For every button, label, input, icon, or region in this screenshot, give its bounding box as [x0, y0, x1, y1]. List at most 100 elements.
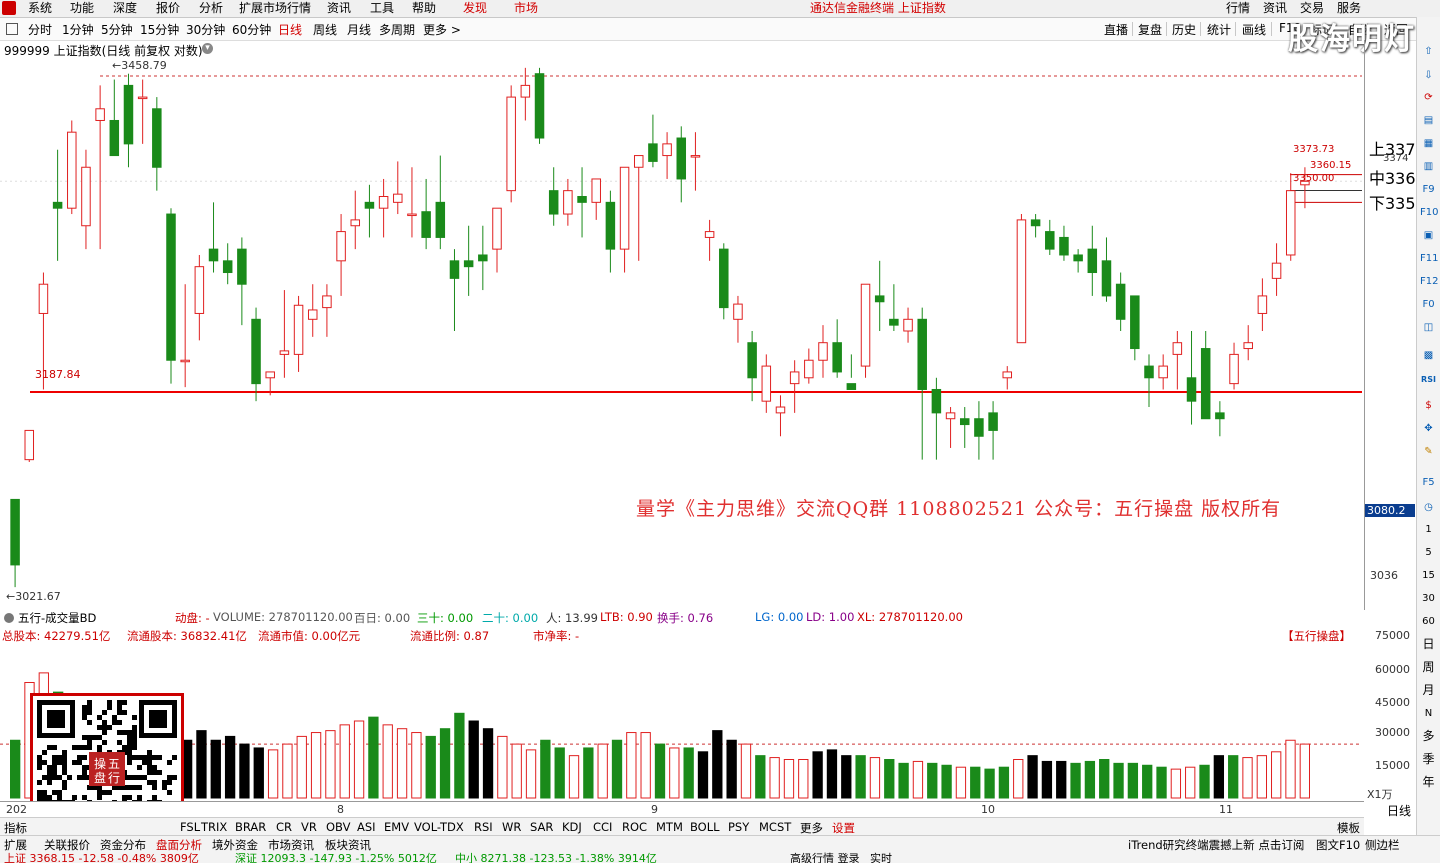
sidebar-f12-icon[interactable]: F12	[1420, 273, 1438, 290]
indicator-tab-asi[interactable]: ASI	[357, 820, 376, 834]
sidebar-f11-icon[interactable]: F11	[1420, 250, 1438, 267]
kline-chart[interactable]	[0, 40, 1364, 610]
menu-item-news[interactable]: 资讯	[327, 0, 351, 17]
sidebar-period-30[interactable]: 30	[1420, 590, 1437, 607]
itrend-promo-link[interactable]: iTrend研究终端震撼上新 点击订阅	[1128, 837, 1304, 853]
sidebar-move-icon[interactable]: ✥	[1420, 420, 1437, 437]
indicator-tab-more[interactable]: 更多	[800, 820, 823, 836]
sidebar-period-5[interactable]: 5	[1420, 544, 1437, 561]
bottom-tab-funds[interactable]: 资金分布	[100, 837, 146, 853]
period-timeshare[interactable]: 分时	[28, 21, 52, 38]
sidebar-window-icon[interactable]: ◫	[1420, 319, 1437, 336]
sidebar-chart-icon[interactable]: ▩	[1420, 347, 1437, 364]
collapse-icon[interactable]	[4, 613, 14, 623]
indicator-tab-0[interactable]: 指标	[4, 820, 27, 836]
sidebar-dollar-icon[interactable]: $	[1420, 397, 1437, 414]
indicator-tab-vr[interactable]: VR	[301, 820, 317, 834]
menu-item-ext-market[interactable]: 扩展市场行情	[239, 0, 311, 17]
sidebar-refresh-icon[interactable]: ⟳	[1420, 89, 1437, 106]
indicator-tab-cr[interactable]: CR	[276, 820, 292, 834]
period-60min[interactable]: 60分钟	[232, 21, 271, 38]
template-button[interactable]: 模板	[1337, 820, 1360, 836]
chevron-down-icon[interactable]: ▾	[202, 43, 213, 54]
menu-item-help[interactable]: 帮助	[412, 0, 436, 17]
sidebar-period-15[interactable]: 15	[1420, 567, 1437, 584]
sidebar-toggle[interactable]: 侧边栏	[1365, 837, 1400, 853]
layout-icon[interactable]	[6, 23, 18, 35]
indicator-tab-brar[interactable]: BRAR	[235, 820, 266, 834]
kline-chart-area[interactable]: 999999 上证指数(日线 前复权 对数) ▾ ←3458.79 3187.8…	[0, 40, 1364, 610]
sidebar-f9-icon[interactable]: F9	[1420, 181, 1437, 198]
indicator-tab-roc[interactable]: ROC	[622, 820, 647, 834]
menu-item-quote[interactable]: 报价	[156, 0, 180, 17]
sidebar-arrow-down-icon[interactable]: ⇩	[1420, 67, 1437, 84]
indicator-tab-mcst[interactable]: MCST	[759, 820, 791, 834]
sidebar-f5-icon[interactable]: F5	[1420, 474, 1437, 491]
indicator-tab-fsl[interactable]: FSL	[180, 820, 200, 834]
period-30min[interactable]: 30分钟	[186, 21, 225, 38]
sidebar-period-year[interactable]: 年	[1420, 774, 1437, 791]
bottom-tab-market-news[interactable]: 市场资讯	[268, 837, 314, 853]
sidebar-period-day[interactable]: 日	[1420, 636, 1437, 653]
indicator-tab-trix[interactable]: TRIX	[201, 820, 227, 834]
sidebar-table-icon[interactable]: ▥	[1420, 158, 1437, 175]
menu-item-analysis[interactable]: 分析	[199, 0, 223, 17]
period-more[interactable]: 更多 >	[423, 21, 461, 38]
tool-history[interactable]: 历史	[1172, 21, 1196, 38]
indicator-tab-emv[interactable]: EMV	[384, 820, 409, 834]
period-multi[interactable]: 多周期	[379, 21, 415, 38]
sidebar-period-multi[interactable]: 多	[1420, 728, 1437, 745]
indicator-tab-wr[interactable]: WR	[502, 820, 521, 834]
day-line-label[interactable]: 日线	[1387, 802, 1411, 819]
period-month[interactable]: 月线	[347, 21, 371, 38]
indicator-tab-boll[interactable]: BOLL	[690, 820, 720, 834]
sidebar-period-60[interactable]: 60	[1420, 613, 1437, 630]
menu-item-system[interactable]: 系统	[28, 0, 52, 17]
tool-stats[interactable]: 统计	[1207, 21, 1231, 38]
period-15min[interactable]: 15分钟	[140, 21, 179, 38]
indicator-tab-settings[interactable]: 设置	[832, 820, 855, 836]
menu-item-market[interactable]: 市场	[514, 0, 538, 17]
sidebar-pencil-icon[interactable]: ✎	[1420, 443, 1437, 460]
indicator-tab-cci[interactable]: CCI	[593, 820, 612, 834]
indicator-tab-voltdx[interactable]: VOL-TDX	[414, 820, 464, 834]
indicator-tab-rsi[interactable]: RSI	[474, 820, 493, 834]
sidebar-rsi-icon[interactable]: RSI	[1420, 371, 1437, 388]
bottom-tab-sector-news[interactable]: 板块资讯	[325, 837, 371, 853]
sidebar-period-1[interactable]: 1	[1420, 521, 1437, 538]
tool-draw[interactable]: 画线	[1242, 21, 1266, 38]
bottom-tab-ext[interactable]: 扩展	[4, 837, 27, 853]
sidebar-arrow-up-icon[interactable]: ⇧	[1420, 43, 1437, 60]
period-5min[interactable]: 5分钟	[101, 21, 133, 38]
bottom-tab-related[interactable]: 关联报价	[44, 837, 90, 853]
sidebar-list-icon[interactable]: ▤	[1420, 112, 1437, 129]
menu-item-discover[interactable]: 发现	[463, 0, 487, 17]
tool-live[interactable]: 直播	[1104, 21, 1128, 38]
sidebar-period-quarter[interactable]: 季	[1420, 751, 1437, 768]
indicator-tab-obv[interactable]: OBV	[326, 820, 350, 834]
sidebar-period-week[interactable]: 周	[1420, 659, 1437, 676]
menu-item-function[interactable]: 功能	[70, 0, 94, 17]
menu-right-quote[interactable]: 行情	[1226, 0, 1250, 17]
period-day[interactable]: 日线	[278, 21, 302, 38]
f10-text-button[interactable]: 图文F10	[1316, 837, 1360, 853]
menu-item-tools[interactable]: 工具	[370, 0, 394, 17]
sidebar-f0-icon[interactable]: F0	[1420, 296, 1437, 313]
indicator-tab-kdj[interactable]: KDJ	[562, 820, 582, 834]
status-advanced-login[interactable]: 高级行情 登录	[790, 852, 860, 863]
period-1min[interactable]: 1分钟	[62, 21, 94, 38]
sidebar-period-month[interactable]: 月	[1420, 682, 1437, 699]
bottom-tab-analysis[interactable]: 盘面分析	[156, 837, 202, 853]
sidebar-period-n[interactable]: N	[1420, 705, 1437, 722]
menu-right-news[interactable]: 资讯	[1263, 0, 1287, 17]
indicator-tab-mtm[interactable]: MTM	[656, 820, 683, 834]
period-week[interactable]: 周线	[313, 21, 337, 38]
sidebar-grid-icon[interactable]: ▦	[1420, 135, 1437, 152]
tool-replay[interactable]: 复盘	[1138, 21, 1162, 38]
volume-chart[interactable]	[0, 644, 1364, 801]
indicator-tab-psy[interactable]: PSY	[728, 820, 749, 834]
sidebar-f10-icon[interactable]: F10	[1420, 204, 1438, 221]
bottom-tab-foreign[interactable]: 境外资金	[212, 837, 258, 853]
volume-indicator-name[interactable]: 五行-成交量BD	[18, 610, 96, 626]
indicator-tab-sar[interactable]: SAR	[530, 820, 553, 834]
